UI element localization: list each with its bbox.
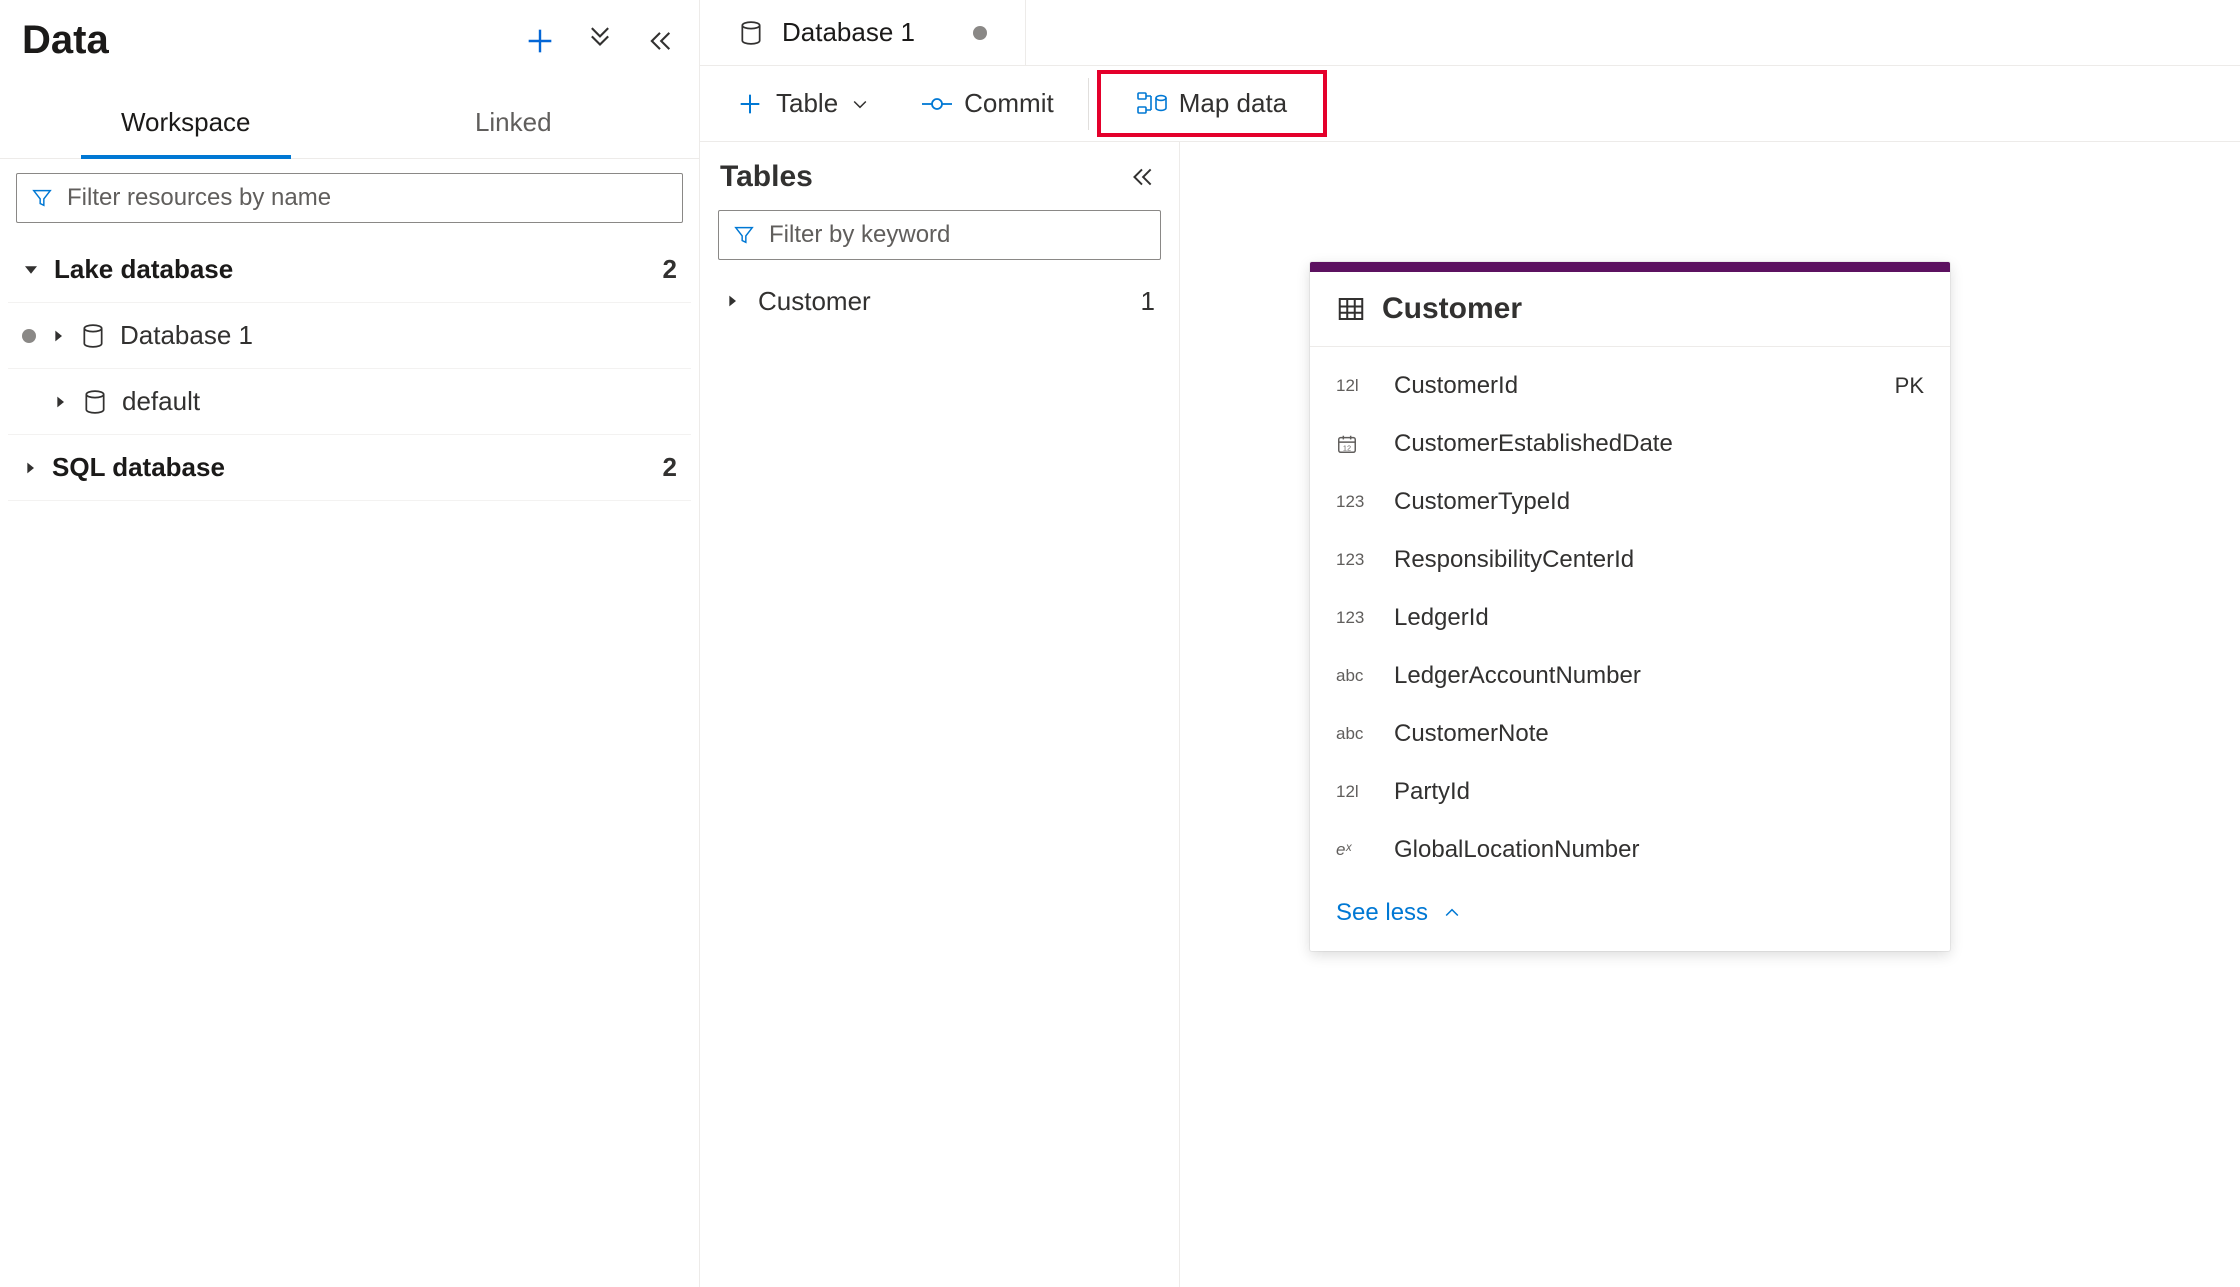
- tree-item-label: Database 1: [120, 320, 253, 351]
- map-data-button[interactable]: Map data: [1111, 78, 1313, 129]
- field-name: ResponsibilityCenterId: [1394, 546, 1908, 574]
- sidebar-filter[interactable]: [16, 173, 683, 223]
- entity-fields: 12l CustomerId PK 12: [1310, 347, 1950, 885]
- unsaved-dot-icon: [973, 26, 987, 40]
- main-area: Database 1 Table Commit: [700, 0, 2240, 1287]
- tables-filter-input[interactable]: [769, 221, 1146, 249]
- tree-item-database-1[interactable]: Database 1: [8, 303, 691, 369]
- collapse-panel-icon[interactable]: [643, 24, 677, 58]
- tree-group-label: Lake database: [54, 254, 233, 285]
- field-type-icon: 12: [1336, 433, 1378, 455]
- chevron-up-icon: [1442, 903, 1462, 923]
- caret-right-icon: [22, 460, 38, 476]
- filter-icon: [733, 224, 755, 246]
- field-name: GlobalLocationNumber: [1394, 836, 1908, 864]
- table-icon: [1336, 294, 1366, 324]
- editor-tab-label: Database 1: [782, 17, 915, 48]
- entity-card-customer[interactable]: Customer 12l CustomerId PK: [1310, 262, 1950, 951]
- field-type-icon: 123: [1336, 550, 1378, 570]
- editor-tab-database-1[interactable]: Database 1: [700, 0, 1026, 65]
- svg-text:12: 12: [1343, 443, 1351, 452]
- sidebar-tabs: Workspace Linked: [0, 91, 699, 159]
- calendar-icon: 12: [1336, 433, 1358, 455]
- commit-label: Commit: [964, 88, 1054, 119]
- database-icon: [80, 323, 106, 349]
- caret-right-icon: [50, 328, 66, 344]
- tables-list-item-count: 1: [1141, 286, 1155, 317]
- database-icon: [738, 20, 764, 46]
- tree-group-lake-database[interactable]: Lake database 2: [8, 237, 691, 303]
- tree-item-label: default: [122, 386, 200, 417]
- new-table-button[interactable]: Table: [710, 78, 896, 129]
- see-less-label: See less: [1336, 899, 1428, 927]
- field-type-icon: eˣ: [1336, 840, 1378, 860]
- editor-tabbar: Database 1: [700, 0, 2240, 66]
- field-row[interactable]: 12 CustomerEstablishedDate: [1336, 415, 1924, 473]
- tables-filter[interactable]: [718, 210, 1161, 260]
- database-icon: [82, 389, 108, 415]
- tree-group-sql-database[interactable]: SQL database 2: [8, 435, 691, 501]
- field-name: PartyId: [1394, 778, 1908, 806]
- unsaved-dot-icon: [22, 329, 36, 343]
- field-row[interactable]: abc CustomerNote: [1336, 705, 1924, 763]
- field-type-icon: 123: [1336, 608, 1378, 628]
- tables-list-item-label: Customer: [758, 286, 871, 317]
- field-row[interactable]: abc LedgerAccountNumber: [1336, 647, 1924, 705]
- resource-tree: Lake database 2 Database 1: [0, 237, 699, 501]
- field-type-icon: 123: [1336, 492, 1378, 512]
- field-row[interactable]: 123 CustomerTypeId: [1336, 473, 1924, 531]
- field-row[interactable]: 12l CustomerId PK: [1336, 357, 1924, 415]
- new-table-label: Table: [776, 88, 838, 119]
- mapdata-callout: Map data: [1097, 70, 1327, 137]
- field-type-icon: abc: [1336, 724, 1378, 744]
- data-sidebar: Data Workspace Linked: [0, 0, 700, 1287]
- field-row[interactable]: 123 LedgerId: [1336, 589, 1924, 647]
- tree-group-count: 2: [663, 254, 677, 285]
- chevron-down-icon: [850, 94, 870, 114]
- designer-toolbar: Table Commit Map data: [700, 66, 2240, 142]
- caret-down-icon: [22, 261, 40, 279]
- caret-right-icon: [724, 293, 740, 309]
- plus-icon: [736, 90, 764, 118]
- commit-button[interactable]: Commit: [896, 78, 1080, 129]
- tab-workspace[interactable]: Workspace: [22, 91, 350, 158]
- field-row[interactable]: 123 ResponsibilityCenterId: [1336, 531, 1924, 589]
- sidebar-filter-input[interactable]: [67, 184, 668, 212]
- tab-linked[interactable]: Linked: [350, 91, 678, 158]
- field-name: CustomerEstablishedDate: [1394, 430, 1908, 458]
- sidebar-title: Data: [22, 18, 109, 63]
- field-type-icon: 12l: [1336, 782, 1378, 802]
- entity-name: Customer: [1382, 292, 1522, 326]
- field-name: CustomerTypeId: [1394, 488, 1908, 516]
- tree-item-default[interactable]: default: [8, 369, 691, 435]
- see-less-button[interactable]: See less: [1310, 885, 1950, 951]
- tables-panel: Tables Customer: [700, 142, 1180, 1287]
- expand-all-icon[interactable]: [583, 24, 617, 58]
- map-data-label: Map data: [1179, 88, 1287, 119]
- tables-panel-title: Tables: [720, 160, 813, 194]
- filter-icon: [31, 187, 53, 209]
- toolbar-separator: [1088, 78, 1089, 130]
- field-key-badge: PK: [1895, 373, 1924, 399]
- field-name: LedgerAccountNumber: [1394, 662, 1908, 690]
- field-name: CustomerId: [1394, 372, 1879, 400]
- designer-canvas[interactable]: Customer 12l CustomerId PK: [1180, 142, 2240, 1287]
- field-name: LedgerId: [1394, 604, 1908, 632]
- field-name: CustomerNote: [1394, 720, 1908, 748]
- field-row[interactable]: 12l PartyId: [1336, 763, 1924, 821]
- commit-icon: [922, 95, 952, 113]
- add-button[interactable]: [523, 24, 557, 58]
- field-type-icon: abc: [1336, 666, 1378, 686]
- tables-list-item-customer[interactable]: Customer 1: [714, 272, 1165, 330]
- tree-group-count: 2: [663, 452, 677, 483]
- tree-group-label: SQL database: [52, 452, 225, 483]
- field-type-icon: 12l: [1336, 376, 1378, 396]
- collapse-tables-panel-icon[interactable]: [1125, 160, 1159, 194]
- map-data-icon: [1137, 91, 1167, 117]
- caret-right-icon: [52, 394, 68, 410]
- field-row[interactable]: eˣ GlobalLocationNumber: [1336, 821, 1924, 879]
